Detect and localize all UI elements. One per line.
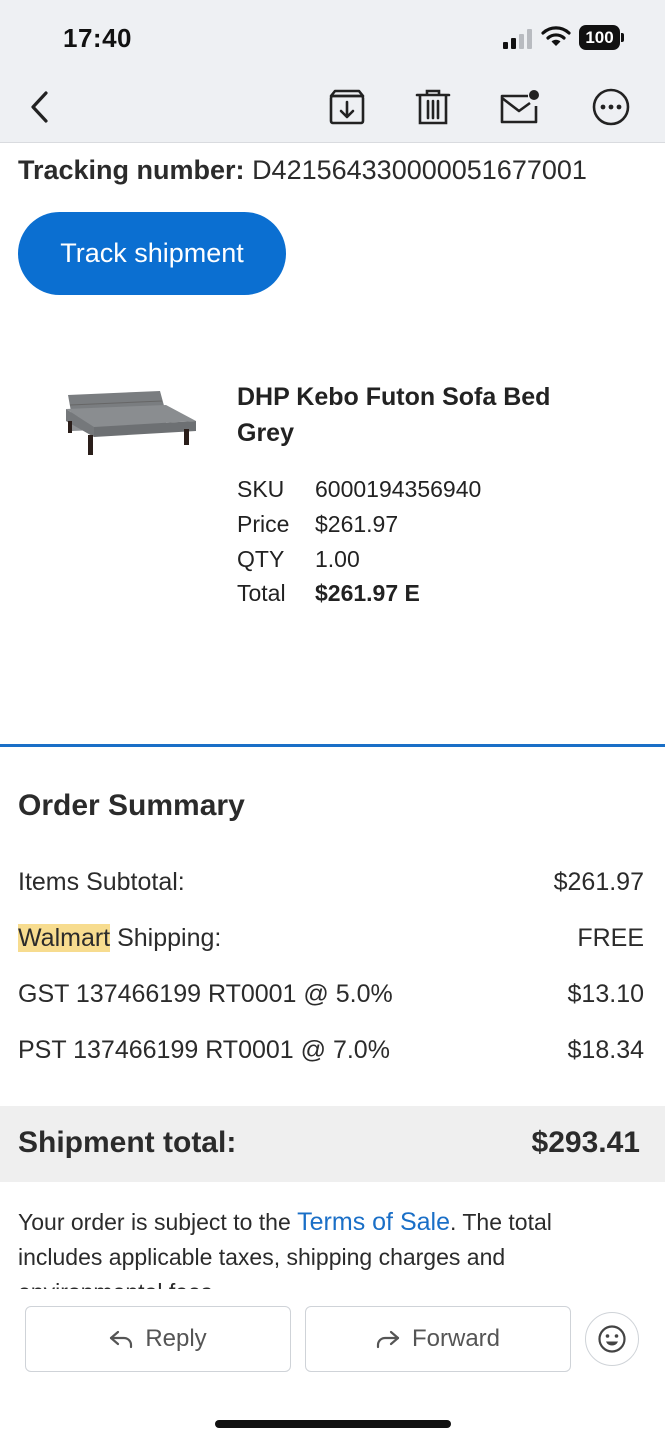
track-shipment-button[interactable]: Track shipment [18,212,286,295]
spec-value: $261.97 E [315,580,420,606]
email-body: Tracking number: D421564330000051677001 … [0,143,665,1293]
spec-row-total: Total $261.97 E [237,580,420,607]
spec-value: 1.00 [315,546,360,572]
shipping-row: Walmart Shipping: FREE [18,924,644,953]
order-summary-title: Order Summary [18,789,245,822]
home-indicator [215,1420,451,1428]
row-label: Walmart Shipping: [18,924,221,953]
legal-text: Your order is subject to the Terms of Sa… [18,1205,628,1289]
spec-row-sku: SKU 6000194356940 [237,476,481,503]
spec-label: SKU [237,476,285,502]
row-value: $13.10 [567,980,644,1008]
emoji-reaction-icon[interactable] [585,1312,639,1366]
shipment-total-value: $293.41 [531,1126,640,1159]
trash-icon[interactable] [411,85,455,129]
forward-button[interactable]: Forward [305,1306,571,1372]
pst-row: PST 137466199 RT0001 @ 7.0% $18.34 [18,1036,644,1065]
signal-icon [503,29,532,49]
shipment-total-row: Shipment total: $293.41 [0,1106,665,1182]
row-label: PST 137466199 RT0001 @ 7.0% [18,1036,390,1064]
spec-value: $261.97 [315,511,399,537]
spec-label: Price [237,511,290,537]
row-value: FREE [577,924,644,952]
spec-row-price: Price $261.97 [237,511,398,538]
reply-button[interactable]: Reply [25,1306,291,1372]
legal-prefix: Your order is subject to the [18,1209,298,1235]
spec-label: Total [237,580,286,606]
top-bar: 17:40 100 [0,0,665,143]
forward-label: Forward [411,1325,501,1352]
reply-icon [110,1330,133,1349]
sofa-image[interactable] [62,387,198,459]
mark-unread-icon[interactable] [498,85,542,129]
search-highlight: Walmart [18,924,111,952]
product-name[interactable]: DHP Kebo Futon Sofa Bed Grey [237,379,597,451]
more-icon[interactable] [589,85,633,129]
terms-of-sale-link[interactable]: Terms of Sale [297,1208,450,1236]
status-time: 17:40 [63,23,132,53]
row-value: $18.34 [567,1036,644,1064]
tracking-line: Tracking number: D421564330000051677001 [18,155,587,186]
archive-icon[interactable] [325,85,369,129]
spec-row-qty: QTY 1.00 [237,546,360,573]
row-value: $261.97 [553,868,644,896]
spec-value: 6000194356940 [315,476,482,502]
action-bar: Reply Forward [0,1293,665,1440]
forward-icon [376,1330,400,1349]
battery-level: 100 [579,25,620,50]
tracking-number: D421564330000051677001 [252,155,587,185]
shipment-total-label: Shipment total: [18,1126,237,1159]
back-icon[interactable] [18,85,62,129]
row-label: Items Subtotal: [18,868,185,896]
wifi-icon [541,26,571,46]
gst-row: GST 137466199 RT0001 @ 5.0% $13.10 [18,980,644,1009]
spec-label: QTY [237,546,285,572]
shipping-label-text: Shipping: [110,924,222,952]
items-subtotal-row: Items Subtotal: $261.97 [18,868,644,897]
reply-label: Reply [145,1325,207,1352]
tracking-label: Tracking number: [18,155,245,185]
row-label: GST 137466199 RT0001 @ 5.0% [18,980,393,1008]
battery-icon: 100 [579,25,624,50]
section-divider [0,744,665,747]
